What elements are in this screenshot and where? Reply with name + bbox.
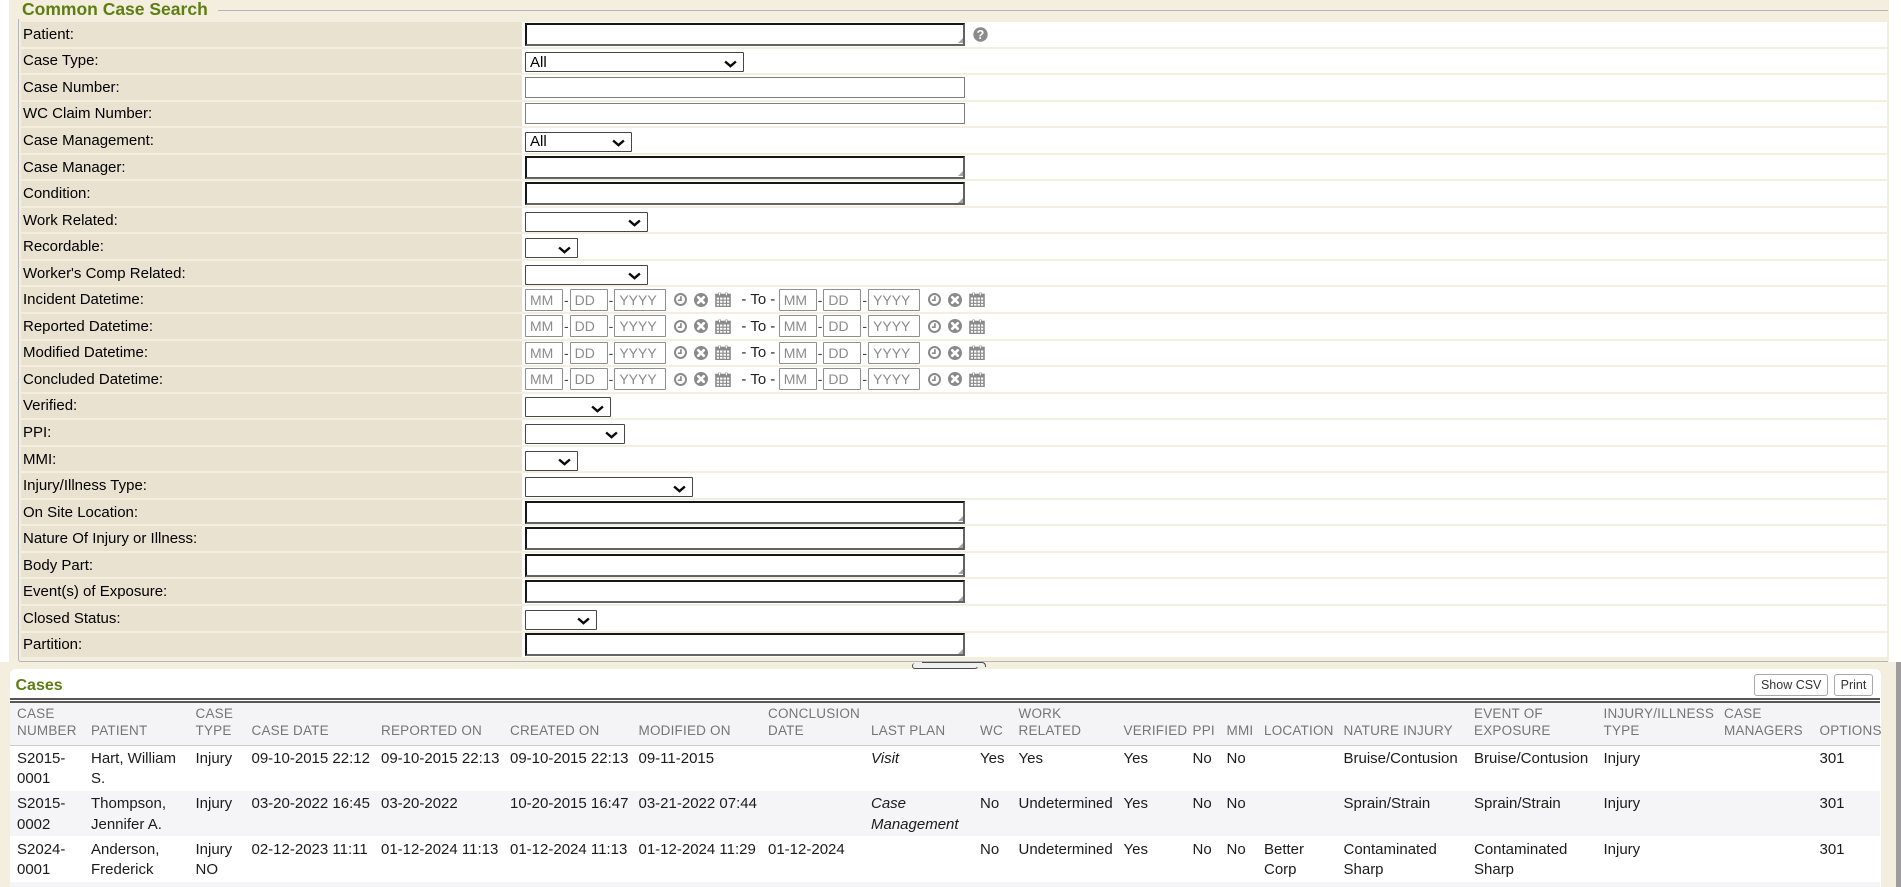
svg-text:?: ?: [977, 28, 985, 42]
